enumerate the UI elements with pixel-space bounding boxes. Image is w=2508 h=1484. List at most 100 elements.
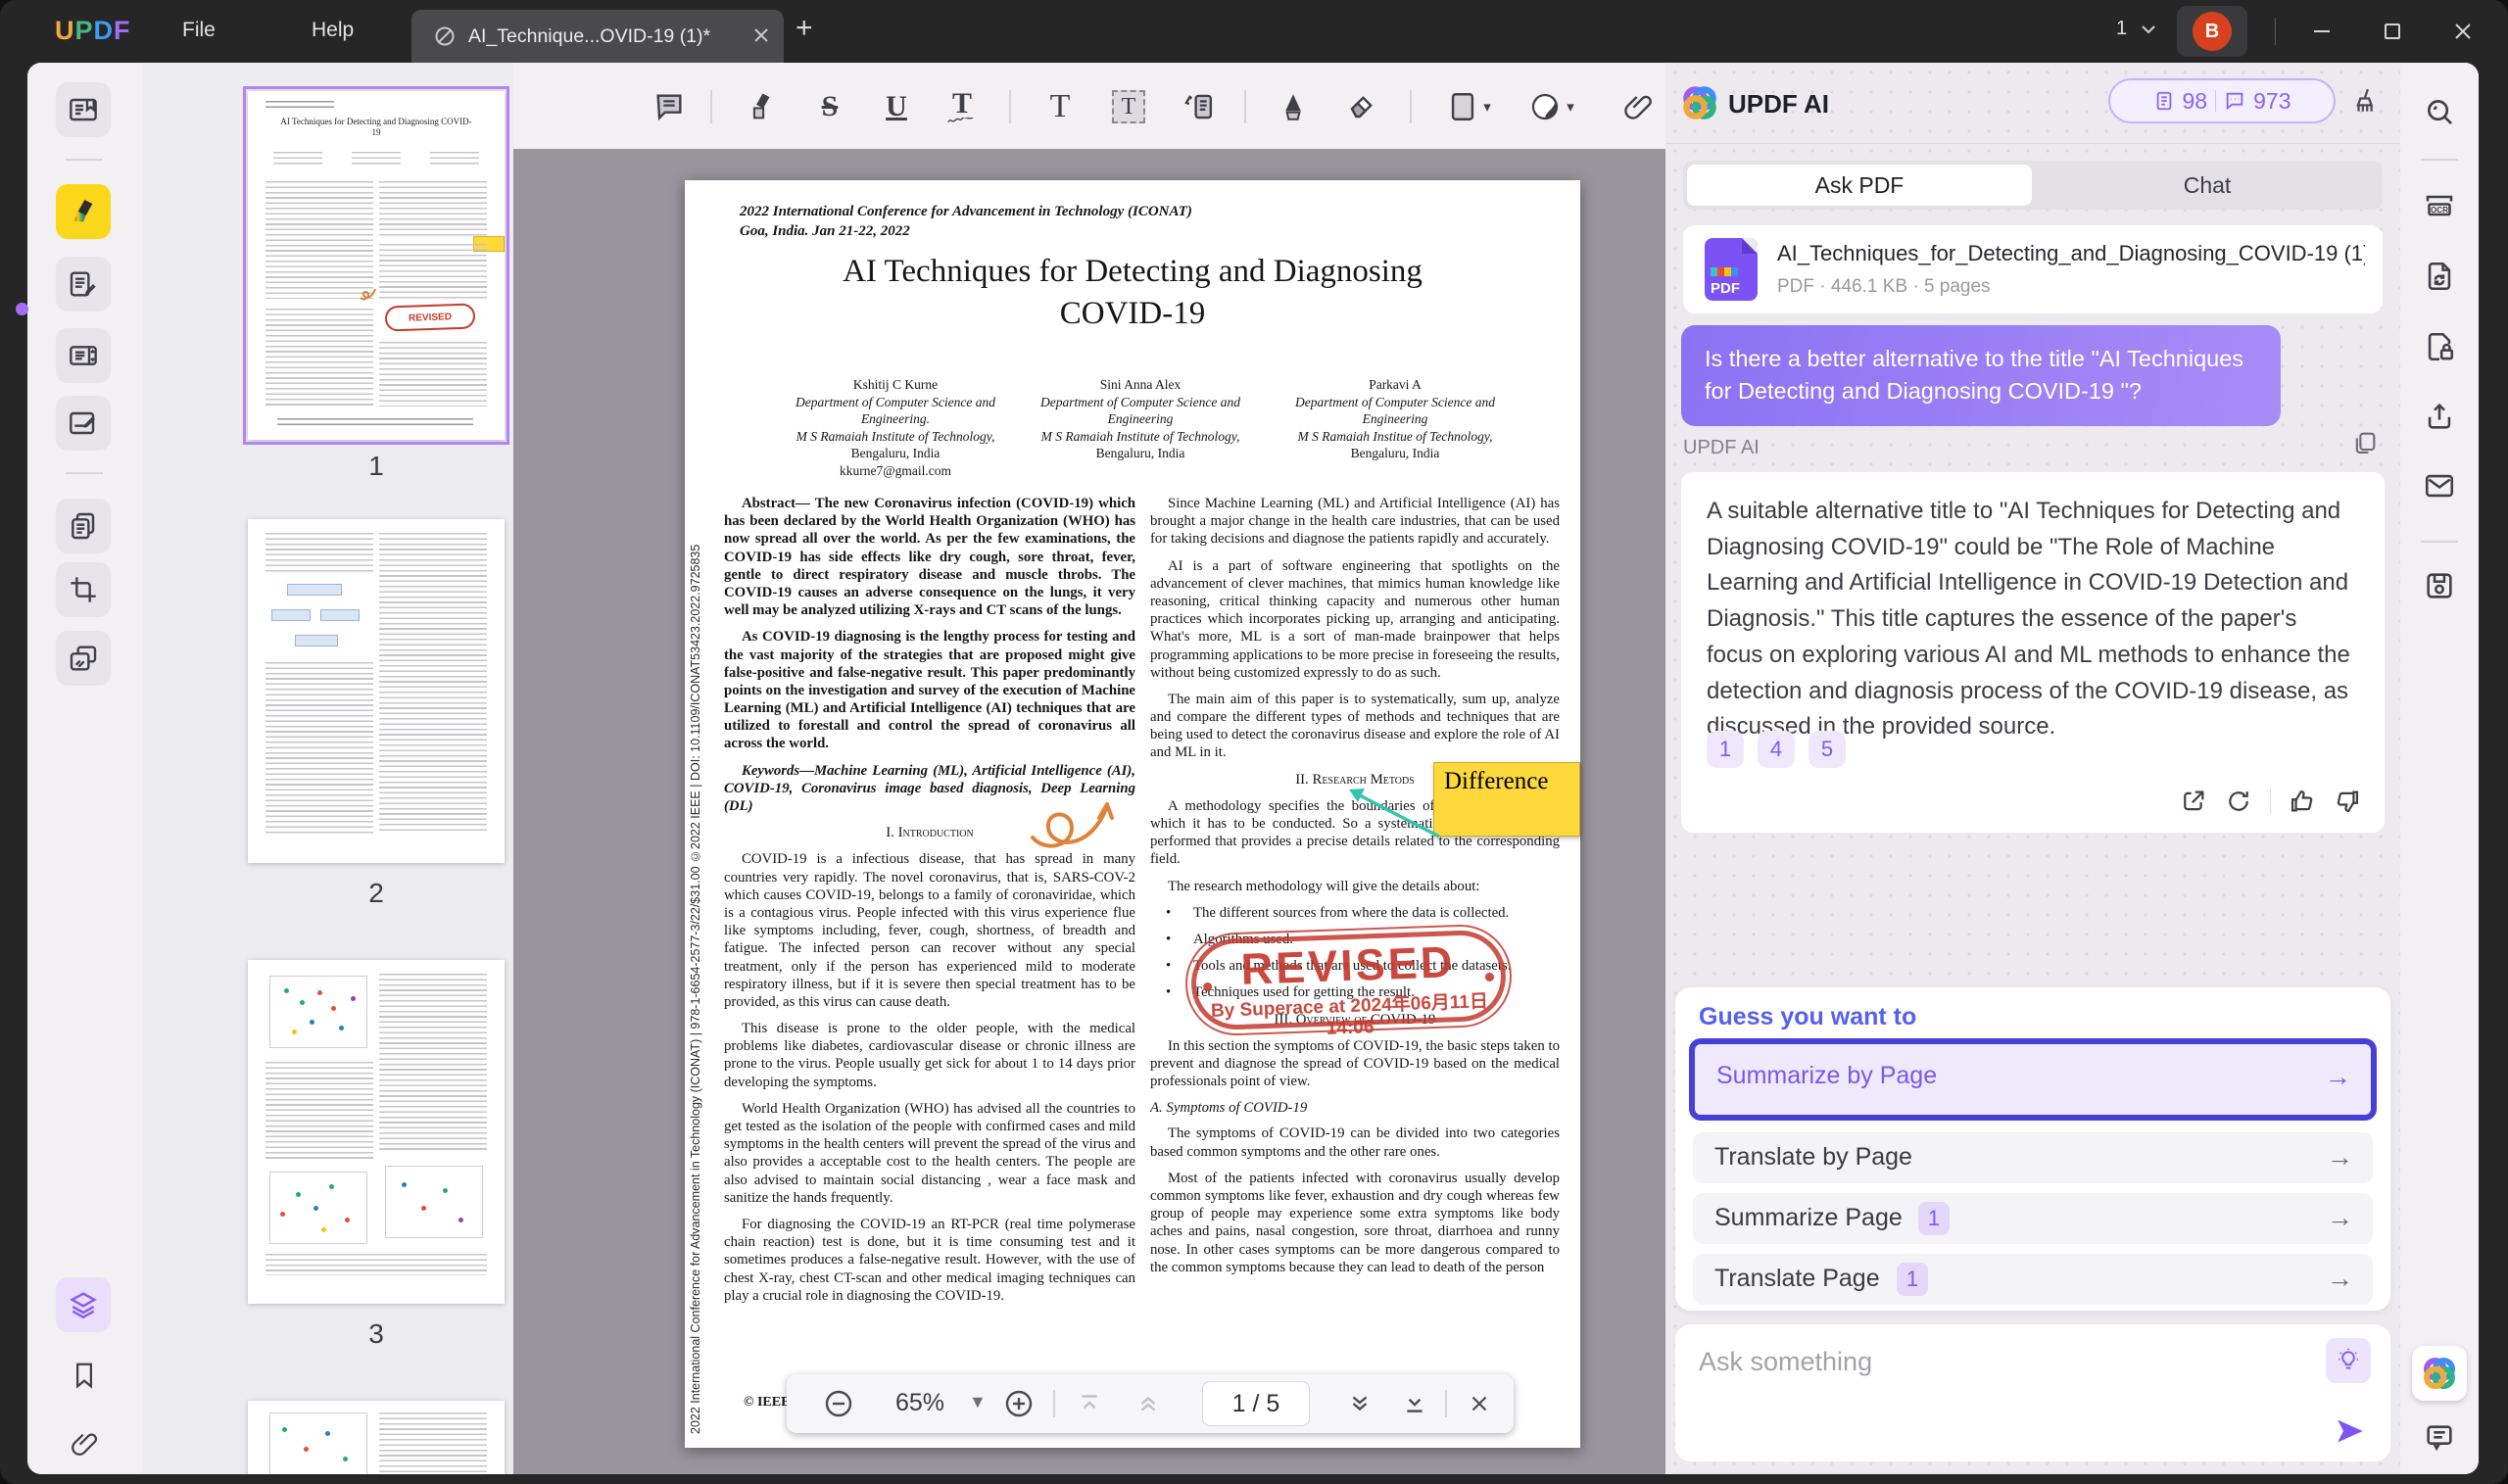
save-button[interactable] (2422, 568, 2457, 603)
pencil-tool[interactable] (1272, 85, 1315, 128)
ai-assistant-button[interactable] (2412, 1346, 2467, 1401)
tab-ask-pdf[interactable]: Ask PDF (1687, 165, 2032, 206)
ask-input[interactable] (1699, 1342, 2247, 1381)
page-ref-1[interactable]: 1 (1707, 731, 1744, 768)
email-button[interactable] (2422, 468, 2457, 503)
export-answer-icon[interactable] (2180, 788, 2207, 815)
ocr-button[interactable]: OCR (2422, 188, 2457, 223)
highlighter-icon (752, 93, 770, 120)
shape-rect-tool[interactable]: ▾ (1438, 85, 1501, 128)
crop-button[interactable] (56, 562, 111, 617)
updf-ai-logo-icon (1679, 82, 1720, 123)
last-page-button[interactable] (1398, 1387, 1431, 1420)
prompt-ideas-button[interactable] (2326, 1338, 2371, 1383)
page-tools-button[interactable] (56, 499, 111, 553)
comment-tool-button-active[interactable] (56, 184, 111, 239)
clear-chat-icon[interactable] (2351, 86, 2381, 116)
new-tab-button[interactable]: + (796, 12, 813, 45)
menu-file[interactable]: File (182, 19, 216, 42)
tab-close-icon[interactable] (752, 26, 770, 44)
thumbnail-page-2[interactable] (248, 519, 505, 863)
watermark-button[interactable] (56, 631, 111, 686)
copy-answer-icon[interactable] (2351, 429, 2379, 456)
rectangle-icon (1452, 93, 1474, 120)
option-translate-page[interactable]: Translate Page 1 → (1693, 1254, 2373, 1305)
attach-file-tool[interactable] (1616, 85, 1660, 128)
close-view-controls-button[interactable] (1463, 1387, 1496, 1420)
option-summarize-page[interactable]: Summarize Page 1 → (1693, 1193, 2373, 1244)
bookmarks-button[interactable] (67, 1358, 102, 1393)
eraser-tool[interactable] (1340, 85, 1383, 128)
send-icon[interactable] (2334, 1414, 2367, 1448)
attachments-button[interactable] (67, 1426, 102, 1461)
first-page-button[interactable] (1073, 1387, 1106, 1420)
regenerate-icon[interactable] (2225, 788, 2252, 815)
text-box-tool[interactable]: T (1107, 85, 1150, 128)
strikethrough-tool[interactable]: S (808, 85, 851, 128)
feedback-comment-icon (2427, 1425, 2452, 1452)
ellipse-icon (1532, 93, 1559, 120)
thumbnail-page-1[interactable]: AI Techniques for Detecting and Diagnosi… (243, 86, 509, 445)
intro-p3: World Health Organization (WHO) has advi… (724, 1100, 1135, 1206)
thumbnail-page-4[interactable] (248, 1401, 505, 1474)
document-tab[interactable]: AI_Technique...OVID-19 (1)* (411, 10, 784, 63)
user-question-bubble: Is there a better alternative to the tit… (1681, 325, 2281, 426)
ieee-side-text: 2022 International Conference for Advanc… (689, 544, 702, 1434)
underline-tool[interactable]: U (875, 85, 918, 128)
option-summarize-by-page[interactable]: Summarize by Page → (1689, 1038, 2377, 1121)
page-chip: 1 (1897, 1263, 1928, 1296)
thumb3-scatter-plot2 (269, 1172, 367, 1244)
document-viewport[interactable]: 2022 International Conference for Advanc… (513, 149, 1665, 1474)
squiggly-tool[interactable]: T (940, 85, 984, 128)
page-indicator[interactable]: 1 / 5 (1202, 1381, 1310, 1426)
guess-you-want-to-card: Guess you want to Summarize by Page → Tr… (1675, 987, 2390, 1311)
chevron-down-icon: ▾ (1483, 99, 1491, 116)
thumbs-up-icon[interactable] (2289, 788, 2316, 815)
menu-help[interactable]: Help (312, 19, 354, 42)
protect-button[interactable] (2422, 329, 2457, 364)
text-tool[interactable]: T (1038, 85, 1082, 128)
paperclip-icon (1624, 95, 1652, 120)
intro-p4: For diagnosing the COVID-19 an RT-PCR (r… (724, 1216, 1135, 1304)
revised-stamp-annotation[interactable]: REVISED By Superace at 2024年06月11日 14:06 (1183, 923, 1514, 1039)
feedback-button[interactable] (2422, 1420, 2457, 1456)
previous-page-button[interactable] (1132, 1387, 1165, 1420)
close-window-button[interactable] (2445, 14, 2481, 49)
search-button[interactable] (2422, 94, 2457, 129)
thumbnail-page-3[interactable] (248, 960, 505, 1304)
page-left-column: Abstract— The new Coronavirus infection … (724, 495, 1135, 1381)
minimize-button[interactable] (2304, 14, 2339, 49)
zoom-in-button[interactable] (1002, 1387, 1036, 1420)
zoom-out-button[interactable] (822, 1387, 855, 1420)
share-button[interactable] (2422, 399, 2457, 434)
thumbs-down-icon[interactable] (2334, 788, 2361, 815)
organize-pages-button[interactable] (56, 328, 111, 383)
account-button[interactable]: B (2177, 6, 2247, 57)
sticky-note-tool[interactable] (648, 85, 691, 128)
form-icon (70, 411, 95, 435)
thumbnail-panel-button-active[interactable] (56, 1277, 111, 1332)
thumb3-scatter-plot (269, 976, 367, 1048)
convert-button[interactable] (2422, 259, 2457, 294)
edit-pdf-button[interactable] (56, 257, 111, 311)
shape-ellipse-tool[interactable]: ▾ (1520, 85, 1583, 128)
option-translate-by-page[interactable]: Translate by Page → (1693, 1132, 2373, 1183)
page-ref-4[interactable]: 4 (1758, 731, 1795, 768)
file-card[interactable]: PDF AI_Techniques_for_Detecting_and_Diag… (1683, 225, 2383, 313)
ai-credits-badge[interactable]: 98 973 (2108, 78, 2336, 123)
swirl-annotation[interactable] (1019, 769, 1156, 862)
tab-chat[interactable]: Chat (2036, 165, 2379, 206)
maximize-button[interactable] (2375, 14, 2410, 49)
callout-tool[interactable] (1176, 85, 1219, 128)
chat-credit-icon (2226, 92, 2243, 111)
page-ref-5[interactable]: 5 (1809, 731, 1846, 768)
zoom-dropdown[interactable]: ▼ (969, 1392, 987, 1412)
page-count-dropdown[interactable]: 1 (2116, 18, 2156, 40)
fill-sign-button[interactable] (56, 396, 111, 451)
reader-mode-button[interactable] (56, 82, 111, 137)
active-tool-dot (16, 303, 28, 315)
author-block-1: Kshitij C Kurne Department of Computer S… (796, 377, 995, 478)
highlight-tool[interactable] (740, 85, 783, 128)
next-page-button[interactable] (1343, 1387, 1376, 1420)
intro-p2: This disease is prone to the older peopl… (724, 1021, 1135, 1090)
